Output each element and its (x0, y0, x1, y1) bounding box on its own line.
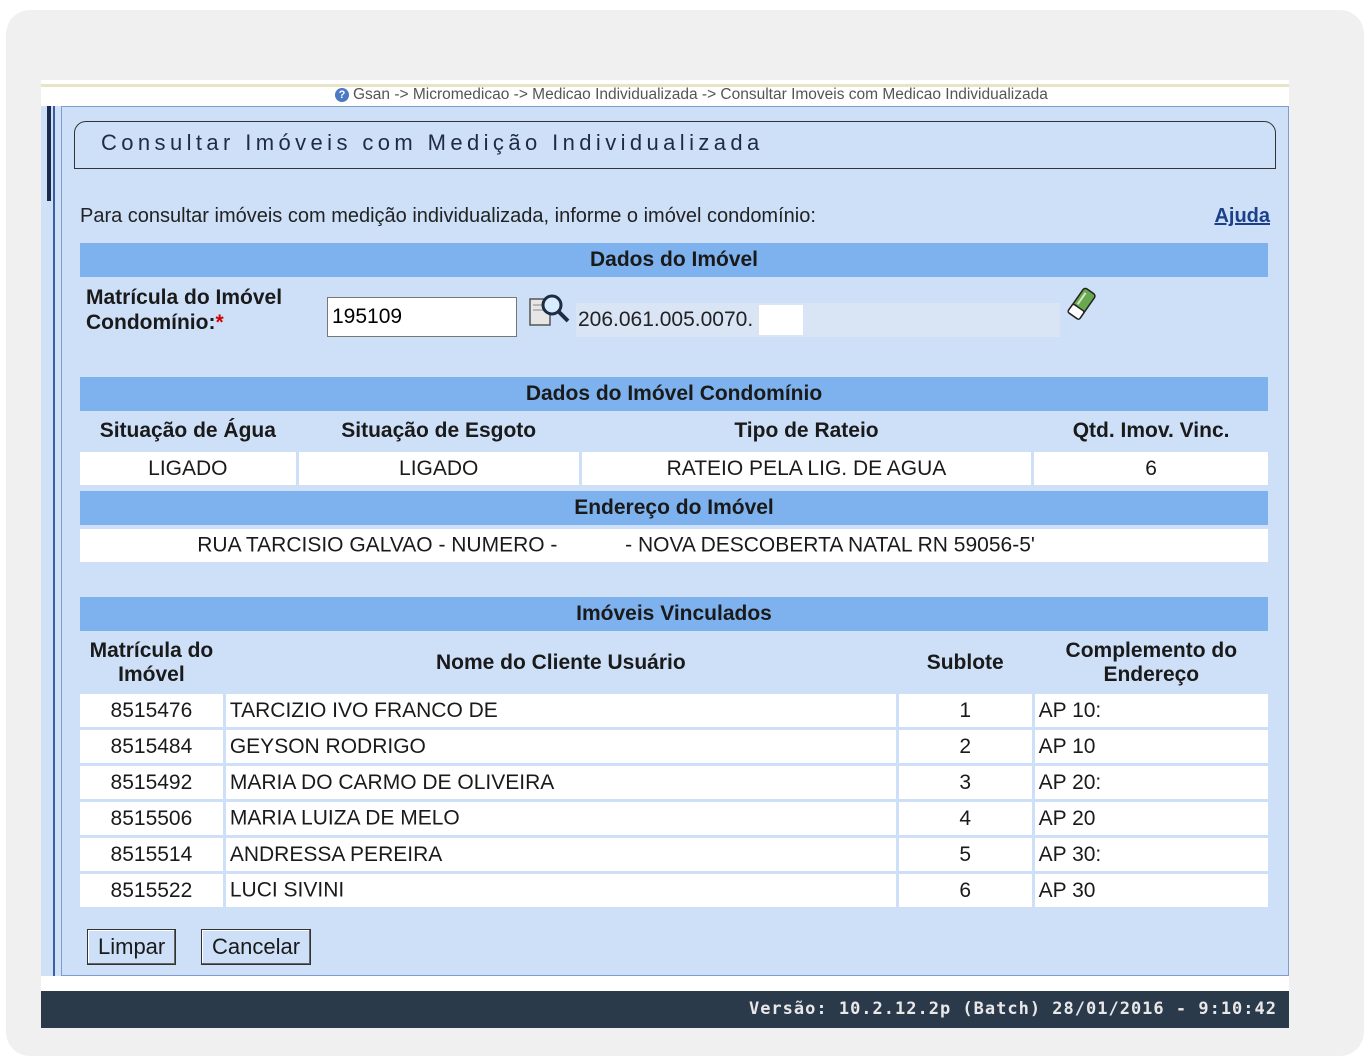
redaction-block (1040, 532, 1151, 559)
qtd-imov-vinc-value: 6 (1034, 452, 1268, 485)
row-sublote: 1 (898, 694, 1032, 727)
endereco-table: RUA TARCISIO GALVAO - NUMERO - - NOVA DE… (77, 526, 1271, 565)
row-sublote: 5 (898, 838, 1032, 871)
row-complemento: AP 10: (1034, 694, 1268, 727)
condominio-table: Situação de Água Situação de Esgoto Tipo… (77, 409, 1271, 488)
col-matricula-line2: Imóvel (118, 662, 185, 686)
left-strip-marker (47, 106, 51, 201)
table-row: 8515492 MARIA DO CARMO DE OLIVEIRA 3 AP … (80, 766, 1268, 799)
redaction-block (350, 877, 447, 904)
col-complemento: Complemento do Endereço (1035, 634, 1268, 691)
col-complemento-line1: Complemento do (1065, 638, 1238, 662)
endereco-tail: ' (1030, 533, 1035, 557)
table-row: 8515514 ANDRESSA PEREIRA 5 AP 30: (80, 838, 1268, 871)
endereco-part2: - NOVA DESCOBERTA NATAL RN 59056-5 (625, 533, 1031, 557)
col-complemento-line2: Endereço (1103, 662, 1200, 686)
condominio-header-row: Situação de Água Situação de Esgoto Tipo… (80, 412, 1268, 449)
inscricao-value: 206.061.005.0070. (578, 308, 754, 331)
row-sublote: 3 (898, 766, 1032, 799)
row-nome: GEYSON RODRIGO (225, 730, 896, 763)
row-matricula: 8515514 (80, 838, 223, 871)
required-mark: * (215, 311, 224, 334)
help-circle-icon[interactable]: ? (335, 88, 349, 102)
version-bar: Versão: 10.2.12.2p (Batch) 28/01/2016 - … (41, 991, 1289, 1028)
row-matricula: 8515506 (80, 802, 223, 835)
table-row: 8515506 MARIA LUIZA DE MELO 4 AP 20 (80, 802, 1268, 835)
row-complemento: AP 20: (1034, 766, 1268, 799)
endereco-row: RUA TARCISIO GALVAO - NUMERO - - NOVA DE… (80, 529, 1268, 562)
endereco-value: RUA TARCISIO GALVAO - NUMERO - - NOVA DE… (80, 529, 1268, 562)
breadcrumb: ? Gsan -> Micromedicao -> Medicao Indivi… (335, 86, 1048, 104)
table-row: 8515476 TARCIZIO IVO FRANCO DE 1 AP 10: (80, 694, 1268, 727)
left-menu-strip (41, 106, 61, 976)
col-nome: Nome do Cliente Usuário (435, 650, 686, 674)
row-sublote: 2 (898, 730, 1032, 763)
row-nome-text: MARIA DO CARMO DE OLIVEIRA (229, 770, 555, 794)
row-matricula: 8515522 (80, 874, 223, 907)
col-matricula-line1: Matrícula do (89, 638, 214, 662)
app-frame: ? Gsan -> Micromedicao -> Medicao Indivi… (41, 80, 1289, 1028)
row-matricula: 8515492 (80, 766, 223, 799)
row-complemento: AP 20 (1034, 802, 1268, 835)
row-nome-text: LUCI SIVINI (229, 878, 345, 902)
matricula-label-line2: Condomínio: (86, 311, 216, 334)
vinculados-header-row: Matrícula do Imóvel Nome do Cliente Usuá… (80, 634, 1268, 691)
situacao-esgoto-value: LIGADO (298, 452, 579, 485)
row-complemento: AP 30 (1034, 874, 1268, 907)
table-row: 8515484 GEYSON RODRIGO 2 AP 10 (80, 730, 1268, 763)
row-nome: TARCIZIO IVO FRANCO DE (225, 694, 896, 727)
magnifier-icon[interactable] (528, 291, 572, 331)
section-imoveis-vinculados: Imóveis Vinculados (80, 597, 1268, 631)
left-strip-line (53, 106, 55, 976)
col-situacao-esgoto: Situação de Esgoto (341, 418, 537, 442)
title-tab: Consultar Imóveis com Medição Individual… (74, 121, 1276, 169)
tipo-rateio-value: RATEIO PELA LIG. DE AGUA (581, 452, 1032, 485)
redaction-block (563, 532, 620, 559)
col-sublote: Sublote (926, 650, 1004, 674)
section-dados-imovel: Dados do Imóvel (80, 243, 1268, 277)
row-sublote: 4 (898, 802, 1032, 835)
vinculados-table: Matrícula do Imóvel Nome do Cliente Usuá… (77, 631, 1271, 910)
row-nome: MARIA DO CARMO DE OLIVEIRA (225, 766, 896, 799)
col-matricula: Matrícula do Imóvel (80, 634, 223, 691)
row-nome: ANDRESSA PEREIRA (225, 838, 896, 871)
situacao-agua-value: LIGADO (80, 452, 296, 485)
matricula-input[interactable] (327, 297, 517, 337)
row-nome-text: ANDRESSA PEREIRA (229, 842, 443, 866)
redaction-block (759, 305, 804, 336)
row-sublote: 6 (898, 874, 1032, 907)
endereco-part1: RUA TARCISIO GALVAO - NUMERO - (197, 533, 558, 557)
row-nome-text: TARCIZIO IVO FRANCO DE (229, 698, 498, 722)
col-qtd-imov-vinc: Qtd. Imov. Vinc. (1072, 418, 1230, 442)
row-complemento: AP 30: (1034, 838, 1268, 871)
window-background: ? Gsan -> Micromedicao -> Medicao Indivi… (6, 10, 1364, 1056)
limpar-button[interactable]: Limpar (87, 929, 177, 965)
condominio-values-row: LIGADO LIGADO RATEIO PELA LIG. DE AGUA 6 (80, 452, 1268, 485)
row-matricula: 8515484 (80, 730, 223, 763)
main-panel: Consultar Imóveis com Medição Individual… (61, 106, 1289, 976)
help-link[interactable]: Ajuda (1214, 205, 1270, 228)
col-tipo-rateio: Tipo de Rateio (734, 418, 879, 442)
intro-text: Para consultar imóveis com medição indiv… (80, 205, 816, 227)
row-nome: MARIA LUIZA DE MELO (225, 802, 896, 835)
row-nome-text: GEYSON RODRIGO (229, 734, 426, 758)
matricula-label: Matrícula do Imóvel Condomínio:* (86, 285, 282, 335)
table-row: 8515522 LUCI SIVINI 6 AP 30 (80, 874, 1268, 907)
inscricao-display: 206.061.005.0070. (576, 303, 1060, 337)
section-dados-condominio: Dados do Imóvel Condomínio (80, 377, 1268, 411)
breadcrumb-text: Gsan -> Micromedicao -> Medicao Individu… (353, 86, 1048, 103)
eraser-icon[interactable] (1066, 285, 1098, 325)
row-complemento: AP 10 (1034, 730, 1268, 763)
row-nome: LUCI SIVINI (225, 874, 896, 907)
col-situacao-agua: Situação de Água (99, 418, 276, 442)
redaction-block (465, 805, 558, 832)
row-matricula: 8515476 (80, 694, 223, 727)
section-endereco: Endereço do Imóvel (80, 491, 1268, 525)
page-title: Consultar Imóveis com Medição Individual… (101, 130, 764, 155)
cancelar-button[interactable]: Cancelar (201, 929, 312, 965)
matricula-label-line1: Matrícula do Imóvel (86, 286, 283, 309)
row-nome-text: MARIA LUIZA DE MELO (229, 806, 460, 830)
